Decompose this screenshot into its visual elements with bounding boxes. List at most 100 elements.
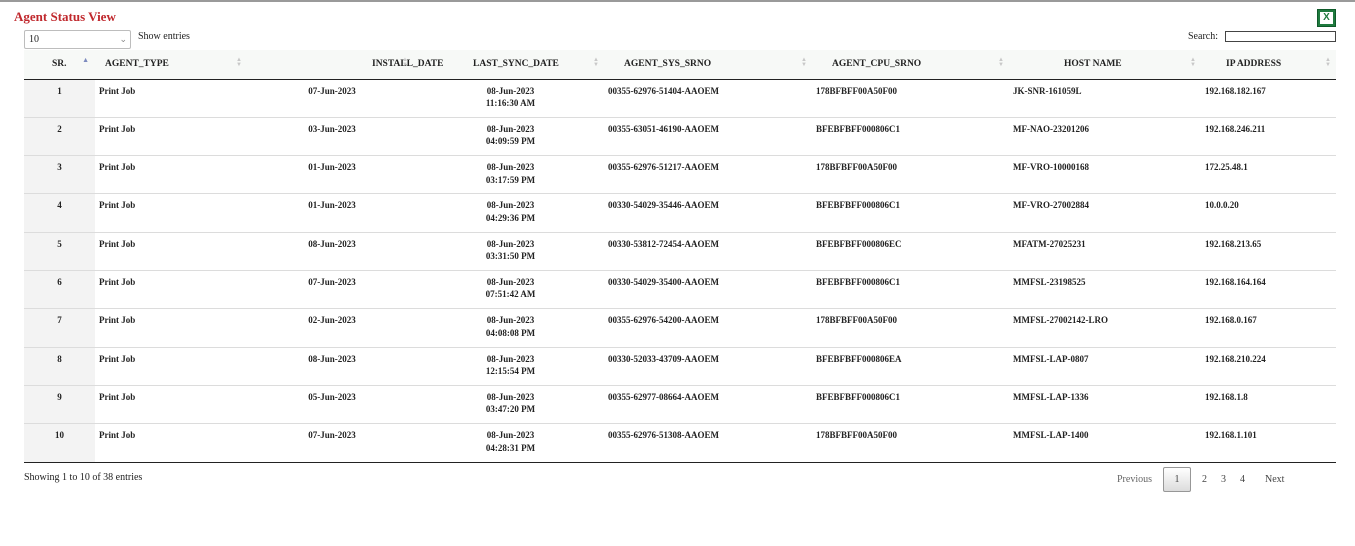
sort-both-icon: ▲ ▼	[1325, 57, 1331, 68]
sort-both-icon: ▲ ▼	[236, 57, 242, 68]
sort-both-icon: ▲ ▼	[801, 57, 807, 68]
table-row: 10 Print Job 07-Jun-2023 08-Jun-2023 04:28:3…	[24, 423, 1336, 462]
cell-agent-sys-srno: 00355-62976-54200-AAOEM	[604, 308, 812, 348]
page-button-4[interactable]: 4	[1233, 474, 1252, 485]
cell-host-name: MMFSL-LAP-1400	[1009, 423, 1201, 462]
sync-date: 08-Jun-2023	[486, 85, 535, 96]
table-info: Showing 1 to 10 of 38 entries	[24, 472, 143, 483]
column-header-label: AGENT_SYS_SRNO	[624, 59, 712, 70]
sort-both-icon: ▲ ▼	[998, 57, 1004, 68]
column-header-agent-sys-srno[interactable]: AGENT_SYS_SRNO ▲ ▼	[604, 50, 812, 80]
table-header-row: SR. ▲ AGENT_TYPE ▲ ▼ INSTALL_DATE ▲ ▼ LAST_SYNC_…	[24, 50, 1336, 80]
cell-agent-cpu-srno: 178BFBFF00A50F00	[812, 308, 1009, 348]
cell-sr: 3	[24, 155, 95, 194]
column-header-install-date[interactable]: INSTALL_DATE ▲ ▼	[247, 50, 443, 80]
cell-agent-type: Print Job	[95, 423, 247, 462]
sync-time: 07:51:42 AM	[485, 289, 536, 300]
sync-time: 04:09:59 PM	[485, 136, 536, 147]
sync-date: 08-Jun-2023	[486, 200, 535, 211]
cell-ip-address: 10.0.0.20	[1201, 193, 1336, 233]
cell-host-name: MMFSL-LAP-1336	[1009, 384, 1201, 424]
cell-install-date: 07-Jun-2023	[247, 269, 413, 309]
cell-agent-type: Print Job	[95, 308, 247, 348]
cell-sr: 1	[24, 79, 95, 118]
sync-date: 08-Jun-2023	[486, 238, 535, 249]
cell-ip-address: 192.168.246.211	[1201, 116, 1336, 156]
cell-sr: 4	[24, 193, 95, 233]
sync-date: 08-Jun-2023	[486, 430, 535, 441]
cell-ip-address: 192.168.213.65	[1201, 231, 1336, 271]
cell-agent-cpu-srno: 178BFBFF00A50F00	[816, 85, 897, 96]
cell-ip-address: 172.25.48.1	[1201, 155, 1336, 194]
cell-agent-type: Print Job	[95, 155, 247, 194]
cell-host-name: MFATM-27025231	[1009, 231, 1201, 271]
agent-status-table: SR. ▲ AGENT_TYPE ▲ ▼ INSTALL_DATE ▲ ▼ LAST_SYNC_…	[24, 50, 1336, 462]
cell-agent-cpu-srno: BFEBFBFF000806C1	[812, 384, 1009, 424]
column-header-sr[interactable]: SR. ▲	[24, 50, 95, 80]
cell-last-sync-date: 08-Jun-2023 04:09:59 PM	[413, 116, 604, 156]
cell-ip-address: 192.168.1.8	[1201, 384, 1336, 424]
cell-sr: 9	[24, 384, 95, 424]
cell-sr: 2	[24, 116, 95, 156]
cell-last-sync-date: 08-Jun-2023 03:47:20 PM	[413, 384, 604, 424]
table-row: 8 Print Job 08-Jun-2023 08-Jun-2023 12:15:54…	[24, 346, 1336, 386]
sync-date: 08-Jun-2023	[486, 276, 535, 287]
cell-host-name: MF-VRO-27002884	[1009, 193, 1201, 233]
cell-host-name: MF-VRO-10000168	[1009, 155, 1201, 194]
cell-agent-cpu-srno: BFEBFBFF000806C1	[812, 116, 1009, 156]
cell-agent-type: Print Job	[95, 384, 247, 424]
cell-ip-address: 192.168.0.167	[1201, 308, 1336, 348]
cell-install-date: 03-Jun-2023	[247, 116, 413, 156]
sync-date: 08-Jun-2023	[486, 353, 535, 364]
column-header-agent-type[interactable]: AGENT_TYPE ▲ ▼	[95, 50, 247, 80]
previous-page-button[interactable]: Previous	[1110, 474, 1159, 485]
cell-agent-type: Print Job	[95, 231, 247, 271]
cell-agent-sys-srno: 00330-54029-35400-AAOEM	[604, 269, 812, 309]
sync-time: 12:15:54 PM	[485, 366, 536, 377]
cell-agent-cpu-srno: BFEBFBFF000806C1	[812, 269, 1009, 309]
page-button-2[interactable]: 2	[1195, 474, 1214, 485]
column-header-label: AGENT_TYPE	[105, 59, 169, 70]
sync-time: 03:31:50 PM	[485, 251, 536, 262]
column-header-host-name[interactable]: HOST NAME ▲ ▼	[1009, 50, 1201, 80]
top-border	[0, 0, 1355, 2]
entries-length-select[interactable]: 10 ⌄	[24, 30, 131, 49]
column-header-agent-cpu-srno[interactable]: AGENT_CPU_SRNO ▲ ▼	[812, 50, 1009, 80]
search-label: Search:	[1188, 31, 1218, 42]
cell-last-sync-date: 08-Jun-2023 11:16:30 AM	[413, 79, 604, 117]
cell-last-sync-date: 08-Jun-2023 07:51:42 AM	[413, 269, 604, 309]
cell-install-date: 01-Jun-2023	[247, 155, 413, 194]
sort-both-icon: ▲ ▼	[402, 57, 408, 68]
excel-icon[interactable]: X	[1317, 9, 1336, 27]
cell-host-name: MMFSL-23198525	[1009, 269, 1201, 309]
table-body: 1 Print Job 07-Jun-2023 08-Jun-2023 11:16:30…	[24, 79, 1336, 462]
cell-ip-address: 192.168.164.164	[1201, 269, 1336, 309]
sync-time: 03:47:20 PM	[485, 404, 536, 415]
cell-agent-type: Print Job	[95, 116, 247, 156]
next-page-button[interactable]: Next	[1258, 474, 1291, 485]
cell-agent-type: Print Job	[95, 269, 247, 309]
table-row: 1 Print Job 07-Jun-2023 08-Jun-2023 11:16:30…	[24, 79, 1336, 118]
chevron-down-icon: ⌄	[119, 34, 127, 44]
page-button-3[interactable]: 3	[1214, 474, 1233, 485]
sync-time: 03:17:59 PM	[485, 174, 536, 185]
column-header-ip-address[interactable]: IP ADDRESS ▲ ▼	[1201, 50, 1336, 80]
cell-host-name: MMFSL-27002142-LRO	[1009, 308, 1201, 348]
column-header-last-sync-date[interactable]: LAST_SYNC_DATE ▲ ▼	[413, 50, 604, 80]
cell-last-sync-date: 08-Jun-2023 03:31:50 PM	[413, 231, 604, 271]
sync-time: 04:08:08 PM	[485, 327, 536, 338]
page-button-1[interactable]: 1	[1163, 466, 1191, 492]
cell-agent-sys-srno: 00330-53812-72454-AAOEM	[604, 231, 812, 271]
table-row: 3 Print Job 01-Jun-2023 08-Jun-2023 03:17:59…	[24, 155, 1336, 194]
cell-last-sync-date: 08-Jun-2023 04:08:08 PM	[413, 308, 604, 348]
search-input[interactable]	[1225, 31, 1336, 42]
table-row: 7 Print Job 02-Jun-2023 08-Jun-2023 04:08:08…	[24, 308, 1336, 348]
table-bottom-border	[24, 462, 1336, 463]
pagination: Previous 1 2 3 4 Next	[1110, 466, 1291, 492]
sync-time: 11:16:30 AM	[485, 98, 536, 108]
cell-install-date: 08-Jun-2023	[247, 231, 413, 271]
table-row: 6 Print Job 07-Jun-2023 08-Jun-2023 07:51:42…	[24, 269, 1336, 309]
column-header-label: AGENT_CPU_SRNO	[832, 59, 922, 70]
column-header-label: HOST NAME	[1064, 59, 1122, 70]
cell-install-date: 05-Jun-2023	[247, 384, 413, 424]
